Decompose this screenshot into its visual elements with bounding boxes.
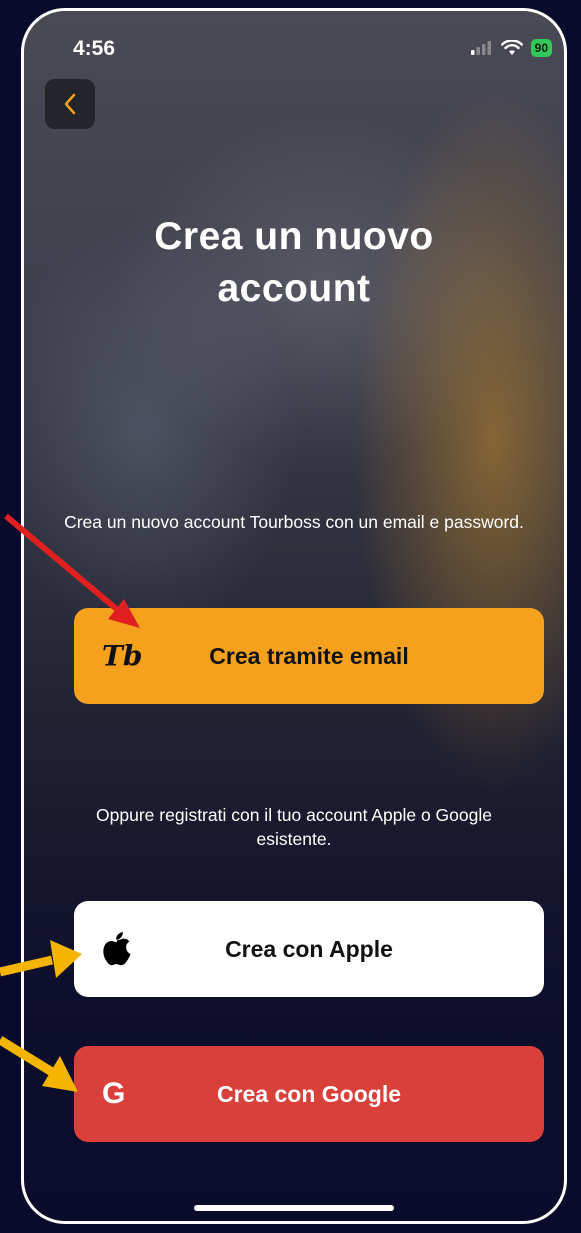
wifi-icon: [500, 40, 523, 55]
create-apple-label: Crea con Apple: [225, 935, 393, 962]
signal-icon: [470, 41, 491, 55]
phone-screen: 4:56 90 Crea un nuovo account Crea un nu…: [21, 8, 567, 1224]
create-google-label: Crea con Google: [216, 1080, 402, 1107]
create-email-button[interactable]: Tb Crea tramite email: [74, 608, 544, 704]
create-email-label: Crea tramite email: [209, 642, 409, 669]
page-title-line1: Crea un nuovo: [154, 215, 434, 258]
back-button[interactable]: [45, 79, 95, 129]
page-title: Crea un nuovo account: [24, 211, 564, 315]
chevron-left-icon: [64, 93, 76, 115]
social-description: Oppure registrati con il tuo account App…: [96, 805, 492, 849]
status-icons: 90: [470, 39, 552, 57]
page-title-line2: account: [217, 267, 371, 310]
create-google-button[interactable]: G Crea con Google: [74, 1046, 544, 1142]
home-indicator: [194, 1205, 394, 1211]
battery-icon: 90: [530, 39, 552, 57]
status-time: 4:56: [73, 37, 116, 60]
create-apple-button[interactable]: Crea con Apple: [74, 901, 544, 997]
email-description: Crea un nuovo account Tourboss con un em…: [64, 512, 524, 532]
